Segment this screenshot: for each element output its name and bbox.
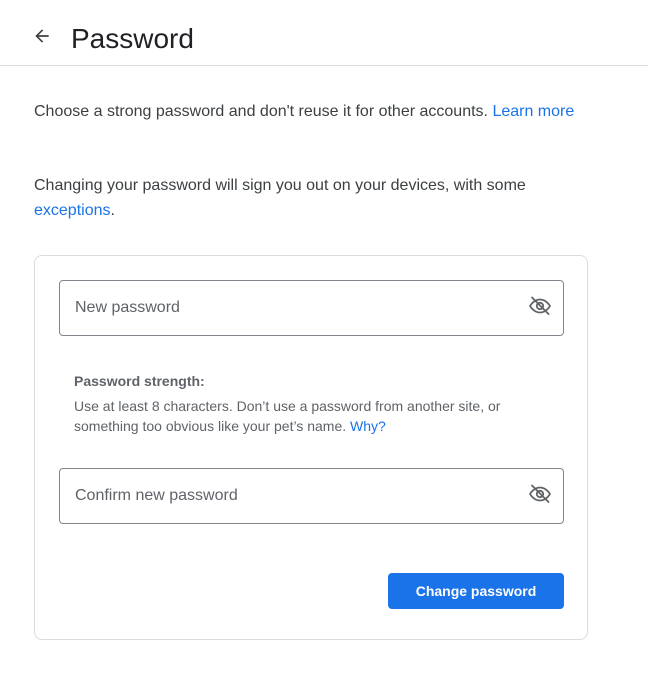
password-strength-title: Password strength: xyxy=(74,373,205,389)
confirm-password-field xyxy=(59,468,564,524)
back-button[interactable] xyxy=(28,24,56,52)
intro-text-sign-out: Changing your password will sign you out… xyxy=(34,173,594,223)
intro-text-2-suffix: . xyxy=(110,202,115,219)
password-strength-text: Use at least 8 characters. Don’t use a p… xyxy=(74,398,501,434)
page-title: Password xyxy=(71,23,194,54)
new-password-visibility-toggle[interactable] xyxy=(527,295,553,321)
confirm-password-visibility-toggle[interactable] xyxy=(527,483,553,509)
arrow-back-icon xyxy=(32,26,52,51)
why-link[interactable]: Why? xyxy=(350,418,386,434)
password-form-card: Password strength: Use at least 8 charac… xyxy=(34,255,588,640)
new-password-field xyxy=(59,280,564,336)
new-password-input[interactable] xyxy=(60,281,515,335)
intro-text-1: Choose a strong password and don't reuse… xyxy=(34,103,493,120)
learn-more-link[interactable]: Learn more xyxy=(492,103,574,120)
confirm-password-input[interactable] xyxy=(60,469,515,523)
intro-text-strong-password: Choose a strong password and don't reuse… xyxy=(34,99,594,124)
intro-text-2: Changing your password will sign you out… xyxy=(34,177,526,194)
password-strength-description: Use at least 8 characters. Don’t use a p… xyxy=(74,396,554,436)
exceptions-link[interactable]: exceptions xyxy=(34,202,111,219)
visibility-off-icon xyxy=(528,482,552,511)
change-password-button[interactable]: Change password xyxy=(388,573,564,609)
visibility-off-icon xyxy=(528,294,552,323)
page-header: Password xyxy=(0,0,648,66)
